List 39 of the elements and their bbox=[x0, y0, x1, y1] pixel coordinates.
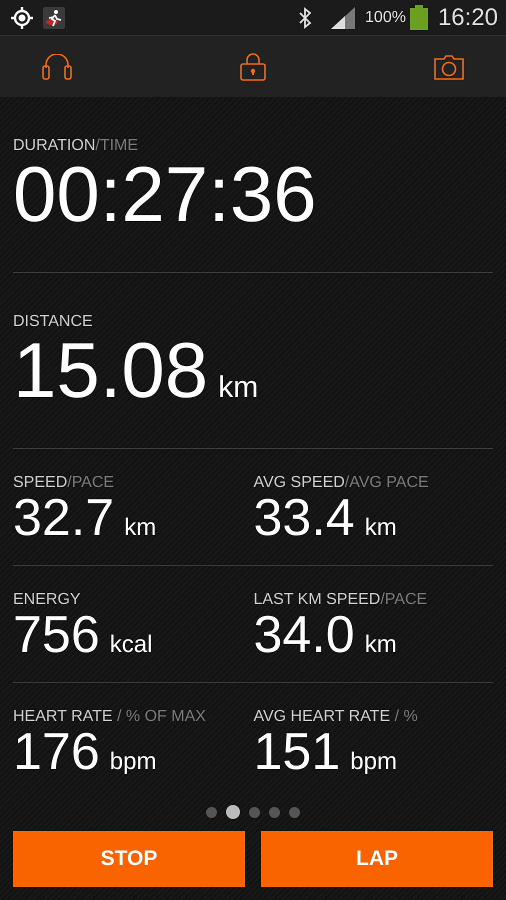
camera-icon[interactable] bbox=[434, 54, 464, 80]
metric-label: HEART RATE / % OF MAX bbox=[13, 708, 207, 726]
metric-value: 34.0 bbox=[254, 609, 355, 661]
metric-label: DURATION/TIME bbox=[13, 137, 140, 155]
battery-icon bbox=[410, 5, 428, 30]
metric-label: AVG SPEED/AVG PACE bbox=[254, 474, 430, 492]
metric-unit: km bbox=[364, 514, 397, 542]
metric-label: SPEED/PACE bbox=[13, 474, 116, 492]
signal-icon bbox=[331, 6, 356, 28]
metric-value: 33.4 bbox=[254, 492, 355, 544]
metric-value: 151 bbox=[254, 726, 340, 778]
metric-label: ENERGY bbox=[13, 591, 82, 609]
metric-unit: bpm bbox=[110, 748, 156, 776]
metric-value: 00:27:36 bbox=[13, 155, 317, 233]
metric-value: 15.08 bbox=[13, 331, 208, 409]
metric-unit: kcal bbox=[110, 631, 152, 659]
metric-unit: bpm bbox=[350, 748, 397, 776]
metric-value: 32.7 bbox=[13, 492, 114, 544]
metric-unit: km bbox=[218, 371, 258, 405]
metric-value: 756 bbox=[13, 609, 100, 661]
gps-icon bbox=[11, 6, 33, 28]
metric-label: DISTANCE bbox=[13, 313, 94, 331]
page-indicator-dot[interactable] bbox=[206, 806, 217, 818]
metric-label: LAST KM SPEED/PACE bbox=[254, 591, 428, 609]
metric-unit: km bbox=[364, 631, 397, 659]
lock-icon[interactable] bbox=[240, 52, 266, 80]
action-button[interactable]: STOP bbox=[13, 831, 245, 887]
page-indicator-dot[interactable] bbox=[289, 806, 300, 818]
action-button[interactable]: LAP bbox=[261, 831, 493, 887]
metric-unit: km bbox=[124, 514, 156, 542]
page-indicator-dot[interactable] bbox=[226, 805, 240, 819]
metric-label: AVG HEART RATE / % bbox=[254, 708, 419, 726]
metric-value: 176 bbox=[13, 726, 100, 778]
page-indicator-dot[interactable] bbox=[249, 806, 260, 818]
clock: 16:20 bbox=[438, 4, 498, 32]
battery-percent: 100% bbox=[365, 8, 406, 26]
headphones-icon[interactable] bbox=[42, 54, 72, 80]
page-indicator-dot[interactable] bbox=[269, 806, 280, 818]
app-icon bbox=[43, 6, 65, 28]
